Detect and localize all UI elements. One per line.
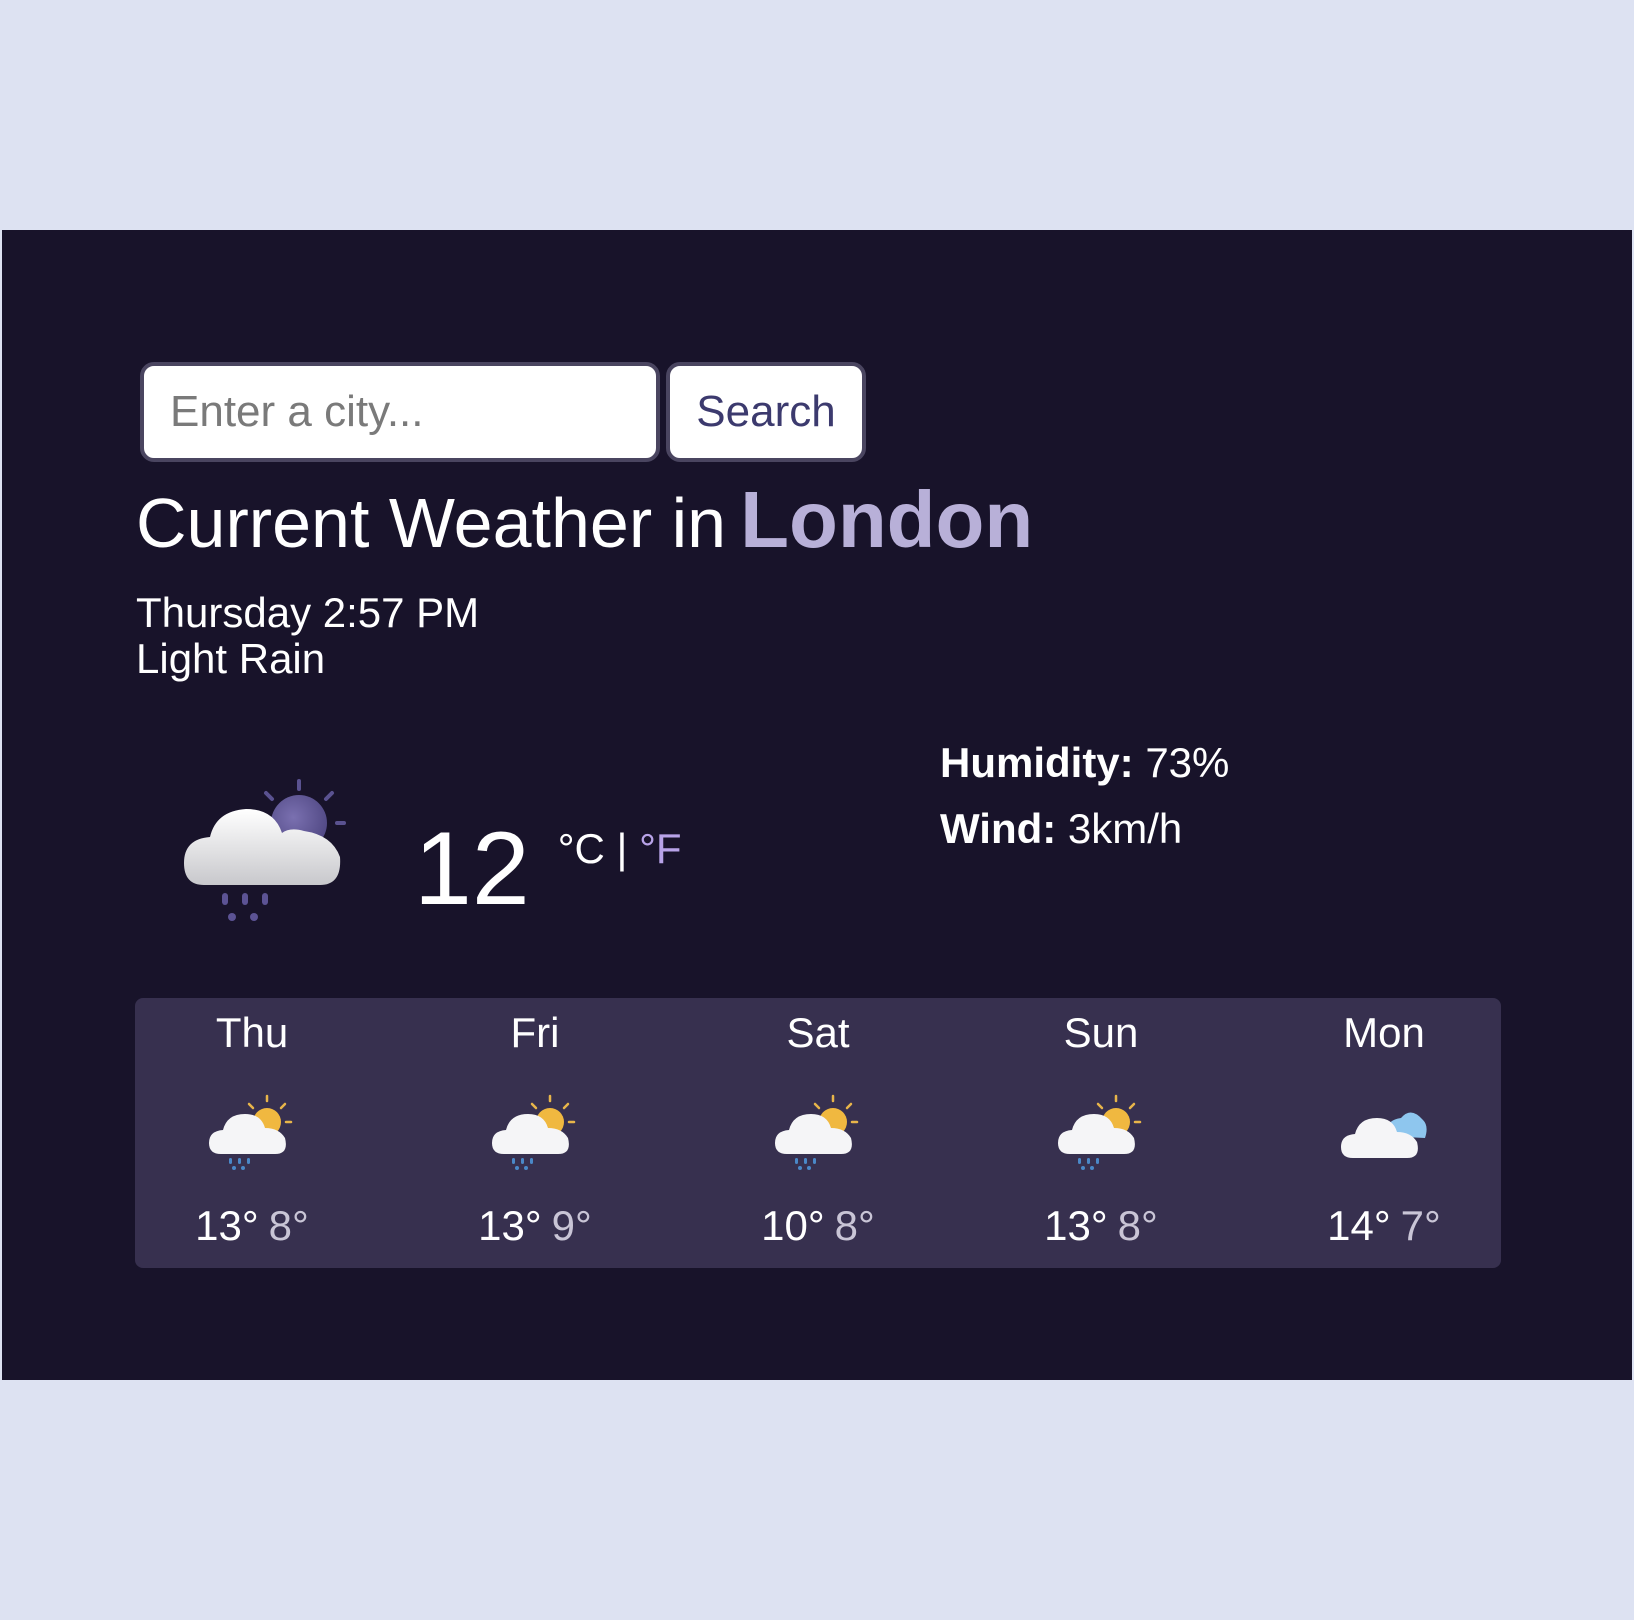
forecast-temps: 14° 7°	[1309, 1202, 1459, 1250]
unit-fahrenheit-link[interactable]: °F	[639, 825, 681, 872]
wind-value: 3km/h	[1067, 805, 1183, 852]
search-button[interactable]: Search	[666, 362, 866, 462]
forecast-max: 13°	[195, 1202, 259, 1249]
forecast-day-name: Mon	[1343, 1009, 1425, 1056]
unit-toggle: °C | °F	[558, 825, 682, 873]
sun-cloud-rain-icon	[1058, 1094, 1142, 1170]
forecast-day-name: Thu	[215, 1009, 289, 1056]
humidity-row: Humidity: 73%	[940, 730, 1229, 796]
sun-cloud-rain-icon	[775, 1094, 859, 1170]
cloud-rain-night-icon	[184, 779, 346, 921]
city-name: London	[740, 475, 1034, 564]
forecast-max: 13°	[478, 1202, 542, 1249]
current-temperature: 12	[414, 811, 530, 927]
forecast-temps: 13° 8°	[1026, 1202, 1176, 1250]
forecast-temps: 13° 9°	[460, 1202, 610, 1250]
forecast-day: Fri 13° 9°	[460, 998, 610, 1268]
forecast-panel: Thu 13° 8° Fri 13° 9° Sat 10° 8° Sun 13°…	[135, 998, 1501, 1268]
forecast-day-name: Sun	[1063, 1009, 1139, 1056]
humidity-value: 73%	[1145, 739, 1230, 786]
forecast-max: 14°	[1327, 1202, 1391, 1249]
forecast-day: Sat 10° 8°	[743, 998, 893, 1268]
humidity-label: Humidity:	[940, 739, 1134, 786]
unit-celsius-link[interactable]: °C	[558, 825, 605, 872]
search-form: Search	[140, 362, 866, 462]
forecast-day: Thu 13° 8°	[177, 998, 327, 1268]
unit-separator: |	[616, 825, 628, 872]
sun-cloud-rain-icon	[209, 1094, 293, 1170]
city-search-input[interactable]	[140, 362, 660, 462]
forecast-max: 10°	[761, 1202, 825, 1249]
current-conditions: 12 °C | °F	[182, 775, 682, 935]
forecast-min: 8°	[1117, 1202, 1158, 1249]
forecast-min: 7°	[1400, 1202, 1441, 1249]
forecast-min: 8°	[834, 1202, 875, 1249]
forecast-min: 8°	[268, 1202, 309, 1249]
forecast-day-name: Fri	[510, 1009, 560, 1056]
forecast-min: 9°	[551, 1202, 592, 1249]
forecast-day: Sun 13° 8°	[1026, 998, 1176, 1268]
forecast-day: Mon 14° 7°	[1309, 998, 1459, 1268]
cloudy-icon	[1341, 1112, 1427, 1158]
forecast-temps: 13° 8°	[177, 1202, 327, 1250]
current-meta: Thursday 2:57 PM Light Rain	[136, 590, 479, 682]
title-prefix: Current Weather in	[136, 484, 727, 562]
page: Search Current Weather inLondon Thursday…	[0, 0, 1634, 1620]
forecast-max: 13°	[1044, 1202, 1108, 1249]
wind-label: Wind:	[940, 805, 1057, 852]
forecast-day-name: Sat	[786, 1009, 850, 1056]
page-title: Current Weather in London	[136, 480, 1033, 560]
weather-app: Search Current Weather inLondon Thursday…	[2, 230, 1632, 1380]
wind-row: Wind: 3km/h	[940, 796, 1229, 862]
sun-cloud-rain-icon	[492, 1094, 576, 1170]
forecast-temps: 10° 8°	[743, 1202, 893, 1250]
current-condition: Light Rain	[136, 635, 326, 682]
current-datetime: Thursday 2:57 PM	[136, 589, 480, 636]
weather-details: Humidity: 73% Wind: 3km/h	[940, 730, 1229, 862]
